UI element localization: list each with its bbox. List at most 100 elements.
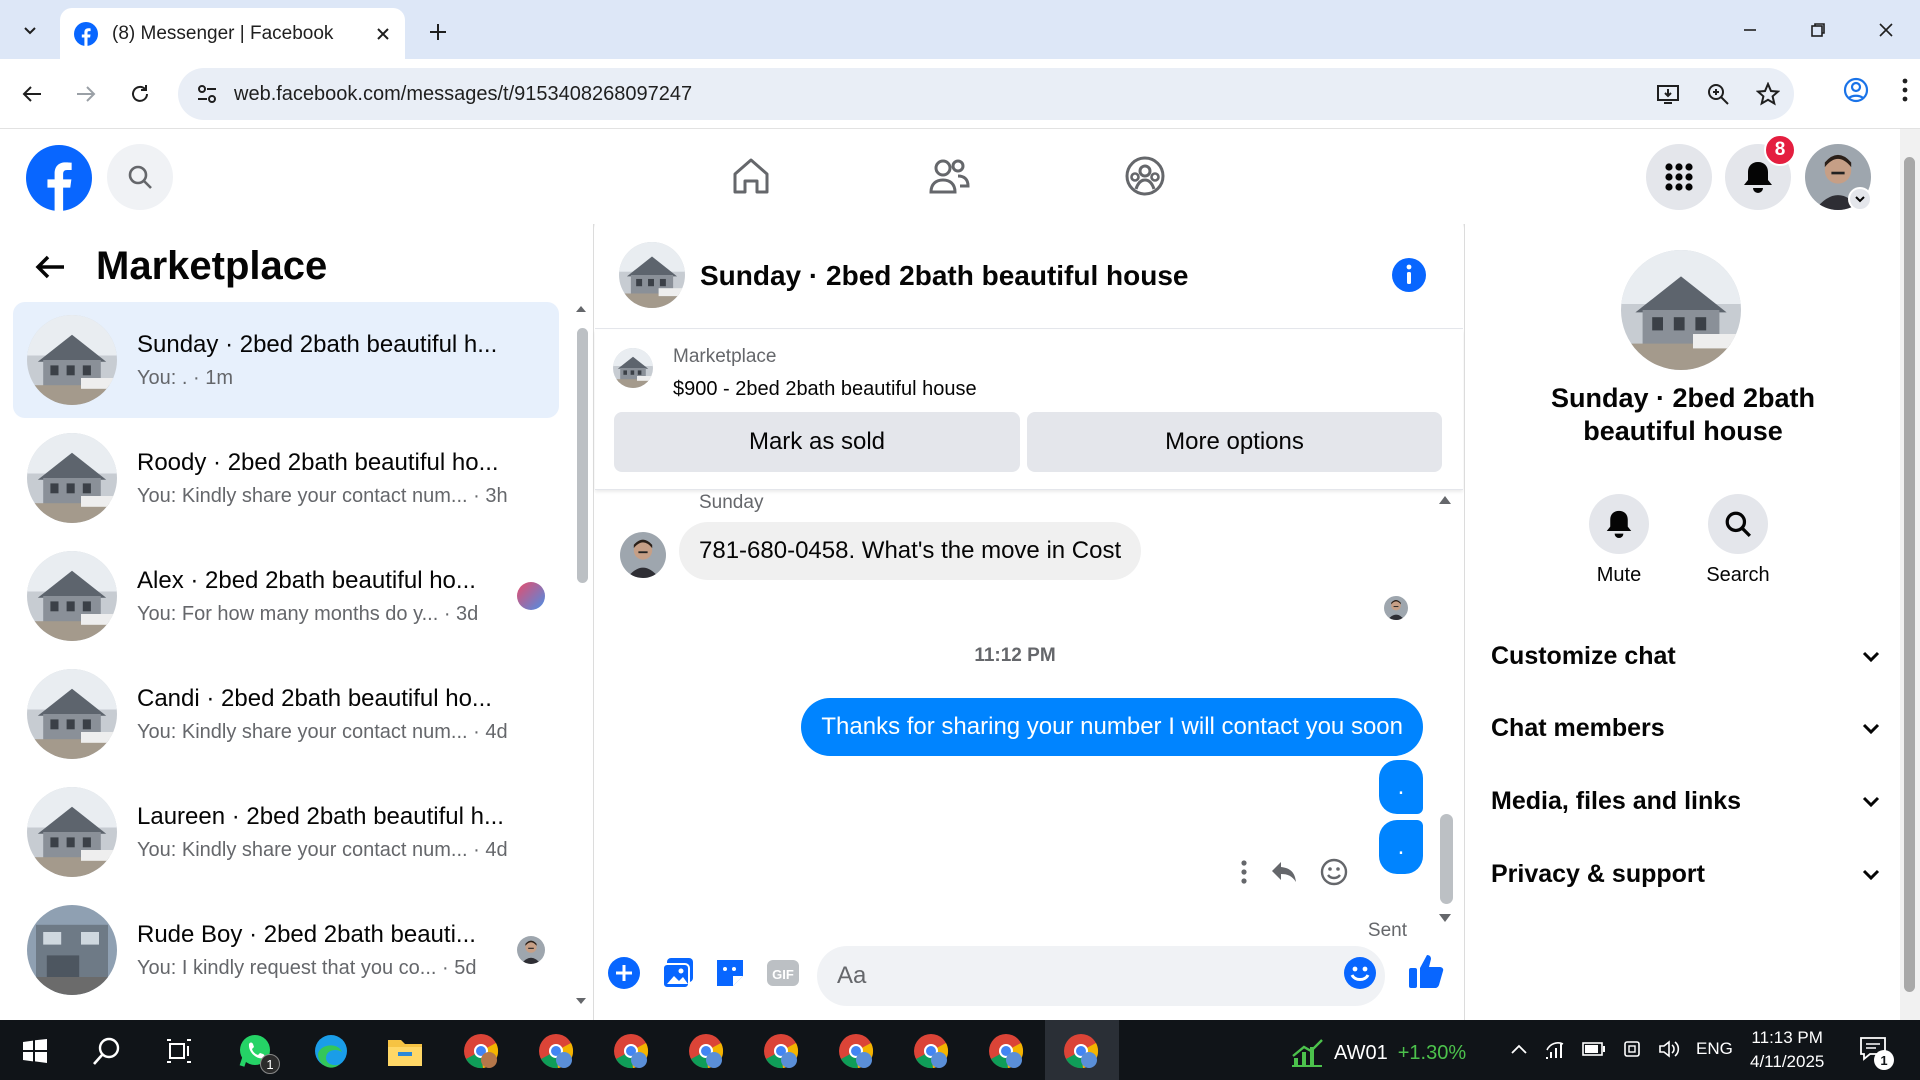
system-clock[interactable]: 11:13 PM 4/11/2025 bbox=[1750, 1026, 1824, 1074]
message-input[interactable]: Aa bbox=[817, 946, 1385, 1006]
close-window-button[interactable] bbox=[1852, 0, 1920, 59]
listing-thumbnail[interactable] bbox=[613, 348, 653, 388]
restore-button[interactable] bbox=[1784, 0, 1852, 59]
mark-as-sold-button[interactable]: Mark as sold bbox=[614, 412, 1020, 472]
taskbar-chrome-8[interactable] bbox=[983, 1028, 1029, 1074]
close-tab-icon[interactable] bbox=[375, 26, 391, 42]
photo-icon[interactable] bbox=[661, 956, 695, 990]
reply-icon[interactable] bbox=[1270, 860, 1298, 884]
language-indicator[interactable]: ENG bbox=[1696, 1039, 1733, 1059]
taskbar-chrome-7[interactable] bbox=[908, 1028, 954, 1074]
search-action[interactable]: Search bbox=[1688, 494, 1788, 587]
mute-button[interactable] bbox=[1589, 494, 1649, 554]
incoming-message[interactable]: 781-680-0458. What's the move in Cost bbox=[679, 522, 1142, 580]
gif-icon[interactable]: GIF bbox=[765, 956, 801, 990]
sender-avatar[interactable] bbox=[620, 532, 666, 578]
plus-circle-icon[interactable] bbox=[607, 956, 641, 990]
taskbar-chrome-5[interactable] bbox=[758, 1028, 804, 1074]
task-view-button[interactable] bbox=[156, 1028, 202, 1074]
url-text[interactable]: web.facebook.com/messages/t/915340826809… bbox=[234, 83, 692, 106]
browser-menu-icon[interactable] bbox=[1900, 76, 1910, 104]
action-center-button[interactable]: 1 bbox=[1858, 1034, 1894, 1070]
outgoing-message[interactable]: Thanks for sharing your number I will co… bbox=[801, 698, 1423, 756]
tab-search-button[interactable] bbox=[10, 12, 50, 48]
section-customize-chat[interactable]: Customize chat bbox=[1491, 628, 1881, 684]
conversation-item[interactable]: Roody · 2bed 2bath beautiful ho... You: … bbox=[13, 420, 559, 536]
scroll-down-arrow-icon[interactable] bbox=[1437, 912, 1453, 924]
section-media-files-links[interactable]: Media, files and links bbox=[1491, 773, 1881, 829]
chevron-up-icon[interactable] bbox=[1510, 1043, 1528, 1055]
meet-now-icon[interactable] bbox=[1622, 1039, 1642, 1059]
clock-time: 11:13 PM bbox=[1751, 1028, 1823, 1047]
bookmark-star-icon[interactable] bbox=[1756, 82, 1780, 106]
minimize-button[interactable] bbox=[1716, 0, 1784, 59]
sticker-icon[interactable] bbox=[713, 956, 747, 990]
taskbar-chrome-active[interactable] bbox=[1058, 1028, 1104, 1074]
profile-icon[interactable] bbox=[1842, 76, 1870, 104]
emoji-icon[interactable] bbox=[1343, 956, 1377, 990]
start-button[interactable] bbox=[12, 1028, 58, 1074]
conversation-item[interactable]: Sunday · 2bed 2bath beautiful h... You: … bbox=[13, 302, 559, 418]
sender-name: Sunday bbox=[699, 492, 764, 513]
conversation-item[interactable]: Alex · 2bed 2bath beautiful ho... You: F… bbox=[13, 538, 559, 654]
zoom-icon[interactable] bbox=[1706, 82, 1730, 106]
chat-listing-thumbnail[interactable] bbox=[619, 242, 685, 308]
back-button[interactable] bbox=[14, 76, 50, 112]
listing-price[interactable]: $900 - 2bed 2bath beautiful house bbox=[673, 378, 977, 401]
conversation-list-scrollbar[interactable] bbox=[577, 328, 588, 583]
arrow-left-icon[interactable] bbox=[34, 251, 66, 283]
nav-groups[interactable] bbox=[1122, 153, 1168, 199]
stock-widget[interactable]: AW01 +1.30% bbox=[1290, 1038, 1466, 1068]
wifi-icon[interactable] bbox=[1544, 1038, 1566, 1060]
taskbar-file-explorer[interactable] bbox=[382, 1028, 428, 1074]
menu-button[interactable] bbox=[1646, 144, 1712, 210]
chevron-down-icon bbox=[1862, 723, 1880, 735]
taskbar-chrome-1[interactable] bbox=[458, 1028, 504, 1074]
more-options-button[interactable]: More options bbox=[1027, 412, 1442, 472]
address-bar[interactable]: web.facebook.com/messages/t/915340826809… bbox=[178, 68, 1794, 120]
forward-button[interactable] bbox=[68, 76, 104, 112]
section-privacy-support[interactable]: Privacy & support bbox=[1491, 846, 1881, 902]
taskbar-search-button[interactable] bbox=[84, 1028, 130, 1074]
like-thumbs-up-icon[interactable] bbox=[1407, 952, 1445, 990]
outgoing-message[interactable]: . bbox=[1379, 760, 1423, 814]
taskbar-edge[interactable] bbox=[308, 1028, 354, 1074]
reload-button[interactable] bbox=[122, 76, 158, 112]
info-icon[interactable] bbox=[1391, 257, 1427, 293]
conversation-name: Rude Boy · 2bed 2bath beauti... bbox=[137, 920, 476, 948]
site-settings-icon[interactable] bbox=[196, 83, 218, 105]
taskbar-chrome-3[interactable] bbox=[608, 1028, 654, 1074]
new-tab-button[interactable] bbox=[420, 14, 456, 50]
install-app-icon[interactable] bbox=[1656, 82, 1680, 106]
taskbar-whatsapp[interactable]: 1 bbox=[232, 1028, 280, 1074]
facebook-favicon-icon bbox=[74, 21, 98, 46]
thread-scrollbar[interactable] bbox=[1440, 814, 1453, 904]
listing-thumbnail bbox=[27, 315, 117, 405]
listing-photo[interactable] bbox=[1621, 250, 1741, 370]
search-in-chat-button[interactable] bbox=[1708, 494, 1768, 554]
conversation-preview: You: Kindly share your contact num... · … bbox=[137, 484, 508, 507]
taskbar-chrome-6[interactable] bbox=[833, 1028, 879, 1074]
section-chat-members[interactable]: Chat members bbox=[1491, 700, 1881, 756]
conversation-item[interactable]: Laureen · 2bed 2bath beautiful h... You:… bbox=[13, 774, 559, 890]
outgoing-message[interactable]: . bbox=[1379, 820, 1423, 874]
browser-tab[interactable]: (8) Messenger | Facebook bbox=[60, 8, 405, 59]
account-menu-chevron[interactable] bbox=[1848, 187, 1872, 211]
chat-title[interactable]: Sunday · 2bed 2bath beautiful house bbox=[700, 260, 1189, 292]
taskbar-chrome-2[interactable] bbox=[533, 1028, 579, 1074]
taskbar-chrome-4[interactable] bbox=[683, 1028, 729, 1074]
conversation-item[interactable]: Rude Boy · 2bed 2bath beauti... You: I k… bbox=[13, 892, 559, 1008]
scroll-up-arrow-icon[interactable] bbox=[1437, 494, 1453, 506]
volume-icon[interactable] bbox=[1658, 1039, 1680, 1059]
facebook-search-button[interactable] bbox=[107, 144, 173, 210]
listing-thumbnail bbox=[27, 551, 117, 641]
facebook-logo-icon[interactable] bbox=[26, 145, 92, 211]
react-emoji-icon[interactable] bbox=[1320, 858, 1348, 886]
nav-home[interactable] bbox=[728, 153, 774, 199]
page-scrollbar-thumb[interactable] bbox=[1904, 157, 1915, 992]
conversation-item[interactable]: Candi · 2bed 2bath beautiful ho... You: … bbox=[13, 656, 559, 772]
nav-friends[interactable] bbox=[926, 153, 972, 199]
more-vertical-icon[interactable] bbox=[1240, 859, 1248, 885]
battery-icon[interactable] bbox=[1582, 1042, 1606, 1056]
mute-action[interactable]: Mute bbox=[1569, 494, 1669, 587]
